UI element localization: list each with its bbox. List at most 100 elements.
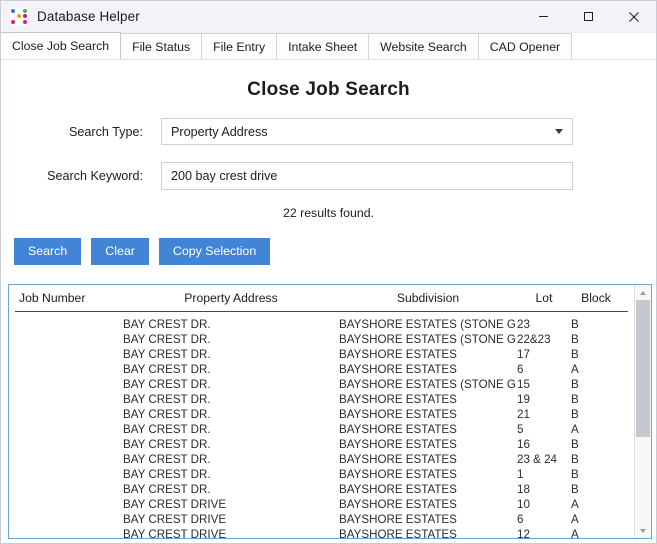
search-type-value: Property Address — [171, 124, 268, 139]
table-cell-address: BAY CREST DR. — [123, 393, 211, 406]
table-row[interactable]: BAY CREST DRIVE BAYSHORE ESTATES 12 A — [15, 527, 628, 538]
table-cell-block: B — [571, 393, 579, 406]
table-row[interactable]: BAY CREST DR. BAYSHORE ESTATES (STONE GR 1… — [15, 377, 628, 392]
table-cell-lot: 18 — [517, 483, 530, 496]
copy-selection-button[interactable]: Copy Selection — [158, 238, 271, 265]
tab-label: File Entry — [213, 39, 266, 54]
table-cell-lot: 1 — [517, 468, 524, 481]
tab-close-job-search[interactable]: Close Job Search — [1, 32, 122, 59]
column-header-block[interactable]: Block — [571, 291, 621, 305]
column-header-subdivision[interactable]: Subdivision — [339, 291, 517, 305]
table-cell-block: B — [571, 333, 579, 346]
table-cell-block: A — [571, 528, 579, 538]
table-cell-block: B — [571, 318, 579, 331]
tab-label: CAD Opener — [489, 39, 561, 54]
main-content: Close Job Search Search Type: Property A… — [1, 79, 656, 265]
table-row[interactable]: BAY CREST DR. BAYSHORE ESTATES 1 B — [15, 467, 628, 482]
table-cell-address: BAY CREST DR. — [123, 483, 211, 496]
app-dots-icon — [10, 7, 28, 26]
table-cell-block: B — [571, 348, 579, 361]
tab-label: Website Search — [380, 39, 467, 54]
table-cell-lot: 12 — [517, 528, 530, 538]
table-row[interactable]: BAY CREST DR. BAYSHORE ESTATES 17 B — [15, 347, 628, 362]
table-cell-lot: 6 — [517, 513, 524, 526]
table-row[interactable]: BAY CREST DR. BAYSHORE ESTATES 6 A — [15, 362, 628, 377]
table-cell-lot: 5 — [517, 423, 524, 436]
tab-label: Intake Sheet — [288, 39, 358, 54]
tab-file-entry[interactable]: File Entry — [201, 33, 278, 59]
table-body: BAY CREST DR. BAYSHORE ESTATES (STONE GR 2… — [9, 312, 634, 538]
maximize-button[interactable] — [566, 1, 611, 32]
table-cell-subdivision: BAYSHORE ESTATES — [339, 528, 457, 538]
table-cell-subdivision: BAYSHORE ESTATES — [339, 363, 457, 376]
scroll-up-icon[interactable] — [635, 285, 651, 300]
table-cell-address: BAY CREST DRIVE — [123, 513, 227, 526]
table-cell-subdivision: BAYSHORE ESTATES — [339, 393, 457, 406]
close-button[interactable] — [611, 1, 656, 32]
table-cell-address: BAY CREST DRIVE — [123, 528, 227, 538]
table-cell-lot: 10 — [517, 498, 530, 511]
table-vertical-scrollbar[interactable] — [634, 285, 651, 538]
table-row[interactable]: BAY CREST DR. BAYSHORE ESTATES 19 B — [15, 392, 628, 407]
table-cell-lot: 21 — [517, 408, 530, 421]
table-row[interactable]: BAY CREST DR. BAYSHORE ESTATES 18 B — [15, 482, 628, 497]
table-row[interactable]: BAY CREST DR. BAYSHORE ESTATES 5 A — [15, 422, 628, 437]
results-count-text: 22 results found. — [283, 206, 374, 220]
table-row[interactable]: BAY CREST DRIVE BAYSHORE ESTATES 10 A — [15, 497, 628, 512]
table-cell-block: A — [571, 363, 579, 376]
tab-file-status[interactable]: File Status — [120, 33, 203, 59]
tab-label: File Status — [132, 39, 191, 54]
table-row[interactable]: BAY CREST DR. BAYSHORE ESTATES (STONE GR 2… — [15, 317, 628, 332]
window-controls — [521, 1, 656, 32]
table-cell-address: BAY CREST DR. — [123, 453, 211, 466]
table-cell-lot: 15 — [517, 378, 530, 391]
clear-button[interactable]: Clear — [91, 238, 149, 265]
column-header-lot[interactable]: Lot — [517, 291, 571, 305]
results-table-viewport: Job Number Property Address Subdivision … — [9, 285, 634, 538]
tab-cad-opener[interactable]: CAD Opener — [477, 33, 573, 59]
table-cell-block: B — [571, 378, 579, 391]
table-cell-subdivision: BAYSHORE ESTATES — [339, 468, 457, 481]
column-header-job-number[interactable]: Job Number — [15, 291, 123, 305]
table-cell-address: BAY CREST DR. — [123, 348, 211, 361]
tab-intake-sheet[interactable]: Intake Sheet — [276, 33, 370, 59]
table-cell-address: BAY CREST DR. — [123, 438, 211, 451]
scrollbar-thumb[interactable] — [636, 300, 650, 437]
table-cell-block: A — [571, 423, 579, 436]
table-cell-subdivision: BAYSHORE ESTATES — [339, 438, 457, 451]
table-cell-lot: 22&23 — [517, 333, 551, 346]
application-window: Database Helper Close Job Search File St… — [0, 0, 657, 544]
search-type-dropdown[interactable]: Property Address — [161, 118, 573, 145]
table-cell-address: BAY CREST DR. — [123, 378, 211, 391]
table-cell-subdivision: BAYSHORE ESTATES — [339, 513, 457, 526]
table-cell-address: BAY CREST DR. — [123, 468, 211, 481]
table-row[interactable]: BAY CREST DR. BAYSHORE ESTATES 23 & 24 B — [15, 452, 628, 467]
minimize-button[interactable] — [521, 1, 566, 32]
table-cell-subdivision: BAYSHORE ESTATES — [339, 348, 457, 361]
table-cell-address: BAY CREST DR. — [123, 423, 211, 436]
tab-label: Close Job Search — [12, 39, 110, 53]
table-cell-subdivision: BAYSHORE ESTATES (STONE GR — [339, 378, 517, 391]
table-cell-subdivision: BAYSHORE ESTATES — [339, 498, 457, 511]
table-cell-block: B — [571, 438, 579, 451]
table-cell-address: BAY CREST DRIVE — [123, 498, 227, 511]
table-cell-block: B — [571, 453, 579, 466]
search-type-label: Search Type: — [69, 124, 143, 139]
search-button[interactable]: Search — [14, 238, 82, 265]
table-cell-lot: 23 & 24 — [517, 453, 557, 466]
tab-website-search[interactable]: Website Search — [368, 33, 479, 59]
chevron-down-icon — [555, 129, 563, 134]
scroll-down-icon[interactable] — [635, 523, 651, 538]
table-row[interactable]: BAY CREST DR. BAYSHORE ESTATES 16 B — [15, 437, 628, 452]
search-keyword-input[interactable]: 200 bay crest drive — [161, 162, 573, 190]
table-cell-block: B — [571, 468, 579, 481]
column-header-property-address[interactable]: Property Address — [123, 291, 339, 305]
table-row[interactable]: BAY CREST DR. BAYSHORE ESTATES 21 B — [15, 407, 628, 422]
table-cell-address: BAY CREST DR. — [123, 333, 211, 346]
table-cell-subdivision: BAYSHORE ESTATES — [339, 423, 457, 436]
table-row[interactable]: BAY CREST DRIVE BAYSHORE ESTATES 6 A — [15, 512, 628, 527]
table-row[interactable]: BAY CREST DR. BAYSHORE ESTATES (STONE GR 2… — [15, 332, 628, 347]
table-cell-block: B — [571, 483, 579, 496]
table-cell-address: BAY CREST DR. — [123, 408, 211, 421]
table-cell-block: B — [571, 408, 579, 421]
